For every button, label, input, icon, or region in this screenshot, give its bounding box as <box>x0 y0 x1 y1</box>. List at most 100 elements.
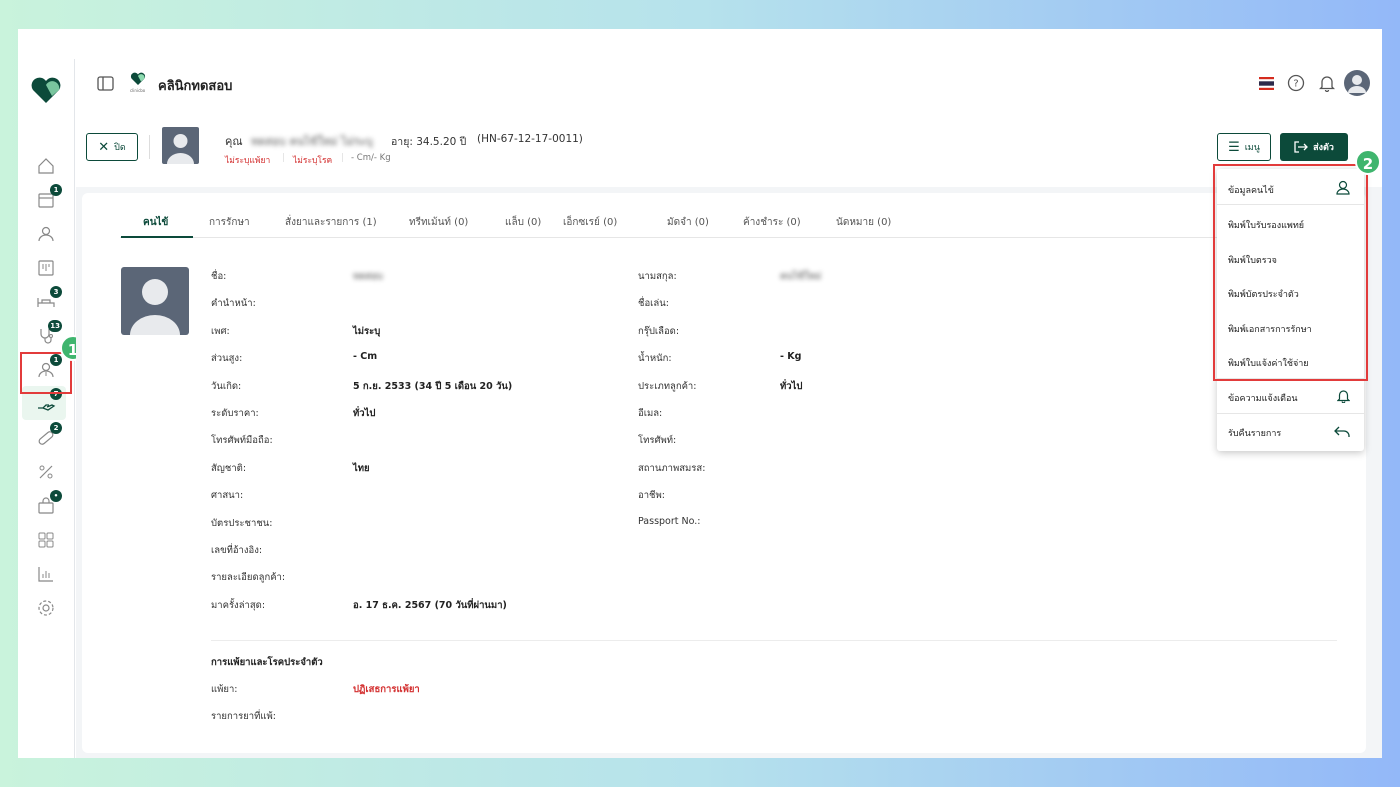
report-chart-icon <box>38 567 53 582</box>
tag-separator: | <box>282 153 285 163</box>
top-bar: clinicbo คลินิกทดสอบ ? <box>76 59 1382 109</box>
clinic-logo-icon[interactable] <box>30 76 62 104</box>
detail-label: อาชีพ: <box>638 490 665 502</box>
detail-label: ชื่อเล่น: <box>638 298 669 310</box>
patient-hn: (HN-67-12-17-0011) <box>477 133 583 145</box>
active-tab-indicator <box>121 236 193 238</box>
menu-item-label: รับคืนรายการ <box>1228 429 1282 439</box>
thai-flag-icon[interactable] <box>1259 77 1274 90</box>
detail-label: รายละเอียดลูกค้า: <box>211 572 286 584</box>
detail-value: คนไข้ใหม่ <box>780 271 822 282</box>
allergy-value: ปฏิเสธการแพ้ยา <box>353 684 420 695</box>
detail-label: นามสกุล: <box>638 271 677 282</box>
sidebar-item-percent[interactable] <box>34 460 58 484</box>
sidebar-item-report-chart[interactable] <box>34 562 58 586</box>
tab-1[interactable]: คนไข้ <box>143 215 168 230</box>
sidebar-badge: 2 <box>50 422 62 434</box>
sidebar-item-board[interactable] <box>34 256 58 280</box>
menu-item-label: ข้อความแจ้งเตือน <box>1228 394 1298 404</box>
sidebar-item-store[interactable]: • <box>34 490 62 518</box>
detail-value: ทั่วไป <box>353 408 376 419</box>
detail-value: ทดสอบ <box>353 271 383 282</box>
close-label: ปิด <box>114 143 126 153</box>
disease-tag: ไม่ระบุโรค <box>293 156 333 166</box>
detail-label: โทรศัพท์: <box>638 435 677 447</box>
detail-value: - Cm <box>353 351 378 363</box>
detail-label: มาครั้งล่าสุด: <box>211 599 266 611</box>
menu-label: เมนู <box>1244 143 1260 153</box>
detail-label: เลขที่อ้างอิง: <box>211 545 263 556</box>
svg-text:?: ? <box>1293 79 1298 90</box>
tab-8[interactable]: ค้างชำระ (0) <box>743 215 801 230</box>
sidebar-item-payment-hand[interactable]: 7 <box>34 388 62 416</box>
detail-label: ส่วนสูง: <box>211 353 243 365</box>
sidebar-item-user[interactable] <box>34 222 58 246</box>
sidebar-item-calendar[interactable]: 1 <box>34 184 62 212</box>
drug-list-label: รายการยาที่แพ้: <box>211 711 276 722</box>
tab-9[interactable]: นัดหมาย (0) <box>836 215 891 230</box>
detail-label: สถานภาพสมรส: <box>638 462 706 474</box>
detail-label: วันเกิด: <box>211 380 242 392</box>
detail-value: อ. 17 ธ.ค. 2567 (70 วันที่ผ่านมา) <box>353 599 507 611</box>
detail-label: น้ำหนัก: <box>638 353 672 365</box>
detail-value: ทั่วไป <box>780 380 803 392</box>
divider <box>149 135 150 159</box>
tab-3[interactable]: สั่งยาและรายการ (1) <box>285 215 377 230</box>
menu-button[interactable]: ☰ เมนู <box>1217 133 1271 161</box>
patient-age: อายุ: 34.5.20 ปี <box>391 136 467 148</box>
detail-label: Passport No.: <box>638 515 701 527</box>
sidebar-item-settings[interactable] <box>34 596 58 620</box>
patient-full-name: ทดสอบ คนไข้ใหม่ ไม่ระบุ <box>251 135 373 148</box>
settings-icon <box>38 600 54 616</box>
send-label: ส่งตัว <box>1313 143 1334 153</box>
sidebar: 1 3 13 1 7 2 • <box>18 59 75 758</box>
allergy-label: แพ้ยา: <box>211 684 238 695</box>
menu-item-7[interactable]: ข้อความแจ้งเตือน <box>1217 382 1364 410</box>
notification-bell-icon[interactable] <box>1319 74 1335 92</box>
send-button[interactable]: ส่งตัว <box>1280 133 1348 161</box>
sidebar-item-pill[interactable]: 2 <box>34 422 62 450</box>
patient-title: คุณ <box>225 135 243 148</box>
tag-separator: | <box>341 153 344 163</box>
detail-value: ไม่ระบุ <box>353 325 381 337</box>
board-icon <box>38 260 54 276</box>
user-avatar[interactable] <box>1344 70 1370 96</box>
close-button[interactable]: ✕ ปิด <box>86 133 138 161</box>
sidebar-item-home[interactable] <box>34 154 58 178</box>
detail-label: คำนำหน้า: <box>211 298 256 310</box>
sidebar-item-apps[interactable] <box>34 528 58 552</box>
exit-arrow-icon <box>1294 141 1309 153</box>
hamburger-icon: ☰ <box>1228 139 1240 155</box>
tab-7[interactable]: มัดจำ (0) <box>667 215 709 230</box>
brand-caption: clinicbo <box>130 88 146 93</box>
detail-label: สัญชาติ: <box>211 462 247 474</box>
sidebar-toggle-icon[interactable] <box>97 76 114 91</box>
height-weight: - Cm/- Kg <box>351 153 391 163</box>
tab-2[interactable]: การรักษา <box>209 215 250 230</box>
clinic-name: คลินิกทดสอบ <box>158 79 233 94</box>
detail-value: - Kg <box>780 351 802 363</box>
menu-item-8[interactable]: รับคืนรายการ <box>1217 417 1364 445</box>
patient-avatar <box>162 127 199 164</box>
detail-label: โทรศัพท์มือถือ: <box>211 435 273 447</box>
highlight-box-menu <box>1213 164 1368 381</box>
sidebar-item-bed[interactable]: 3 <box>34 286 62 314</box>
tab-6[interactable]: เอ็กซเรย์ (0) <box>563 215 617 230</box>
section-divider <box>211 640 1337 641</box>
sidebar-badge: 1 <box>50 184 62 196</box>
detail-label: กรุ๊ปเลือด: <box>638 325 680 337</box>
tab-4[interactable]: ทรีทเม้นท์ (0) <box>409 215 468 230</box>
patient-photo <box>121 267 189 335</box>
detail-label: เพศ: <box>211 325 230 337</box>
user-icon <box>38 226 54 242</box>
allergy-tag: ไม่ระบุแพ้ยา <box>225 156 271 166</box>
detail-value: 5 ก.ย. 2533 (34 ปี 5 เดือน 20 วัน) <box>353 380 513 392</box>
home-icon <box>38 158 54 174</box>
detail-label: อีเมล: <box>638 408 663 419</box>
app-window: 1 3 13 1 7 2 • 1 clinicbo คลินิกทดสอบ ? ✕ ปิด … <box>18 29 1382 758</box>
sidebar-item-stethoscope[interactable]: 13 <box>34 320 62 348</box>
help-icon[interactable]: ? <box>1287 74 1305 92</box>
tab-5[interactable]: แล็บ (0) <box>505 215 541 230</box>
allergy-section-title: การแพ้ยาและโรคประจำตัว <box>211 657 323 668</box>
apps-icon <box>38 532 54 548</box>
